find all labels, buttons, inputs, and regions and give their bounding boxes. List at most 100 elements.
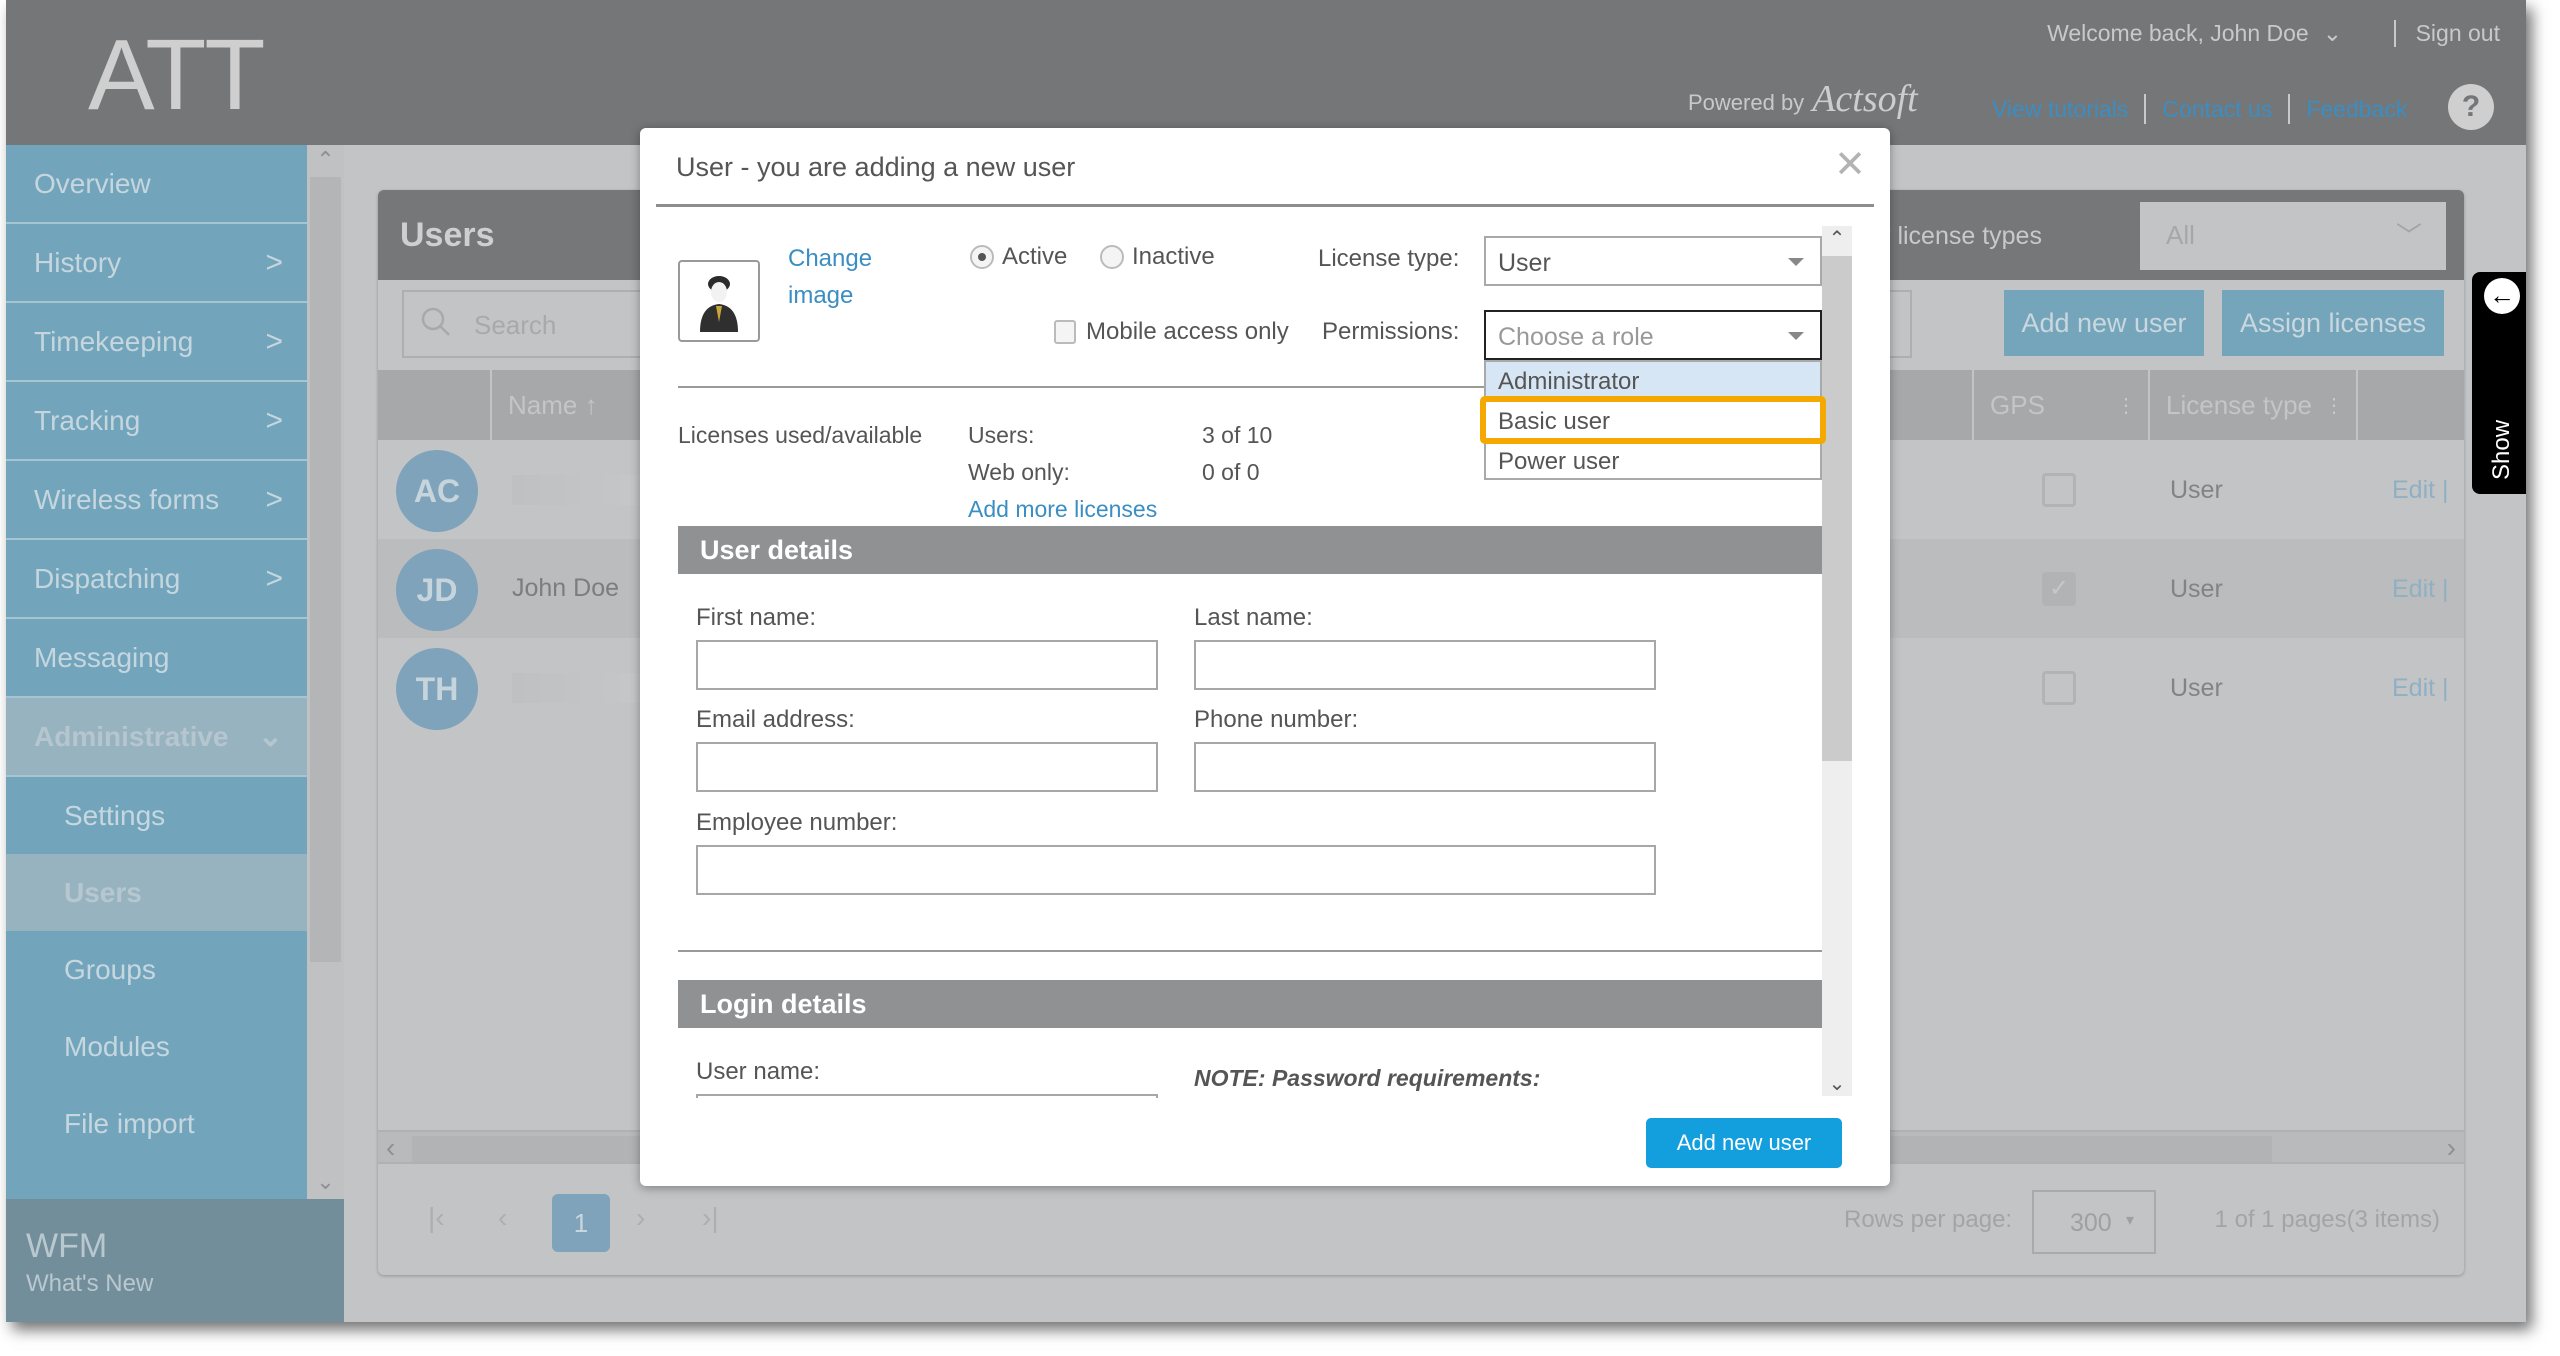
add-new-user-button[interactable]: Add new user <box>2004 290 2204 356</box>
feedback-link[interactable]: Feedback <box>2290 96 2423 123</box>
first-name-label: First name: <box>696 604 817 631</box>
contact-us-link[interactable]: Contact us <box>2146 96 2288 123</box>
close-icon[interactable]: ✕ <box>1834 142 1866 187</box>
option-power-user[interactable]: Power user <box>1486 442 1820 482</box>
last-name-field[interactable] <box>1194 640 1656 690</box>
column-menu-icon[interactable]: ⋮ <box>2116 393 2136 418</box>
scroll-up-icon[interactable]: ⌃ <box>1822 226 1852 251</box>
gps-checkbox[interactable] <box>2042 671 2076 705</box>
license-filter-select[interactable]: All ﹀ <box>2140 202 2446 270</box>
licenses-label: Licenses used/available <box>678 422 923 448</box>
sidebar-subitem-settings[interactable]: Settings <box>6 777 307 854</box>
chevron-right-icon: > <box>265 482 283 516</box>
sidebar-item-timekeeping[interactable]: Timekeeping > <box>6 303 307 382</box>
status-inactive-radio[interactable]: Inactive <box>1100 243 1215 271</box>
scroll-right-icon[interactable]: › <box>2447 1132 2456 1164</box>
whats-new-link[interactable]: What's New <box>26 1270 344 1298</box>
license-type-select[interactable]: User <box>1484 236 1822 286</box>
column-menu-icon[interactable]: ⋮ <box>2324 393 2344 418</box>
edit-link[interactable]: Edit | <box>2392 575 2449 604</box>
view-tutorials-link[interactable]: View tutorials <box>1976 96 2144 123</box>
scrollbar-thumb[interactable] <box>1822 256 1852 761</box>
mobile-access-checkbox[interactable]: Mobile access only <box>1054 318 1289 346</box>
scrollbar-thumb[interactable] <box>310 177 341 962</box>
caret-down-icon <box>1788 332 1804 340</box>
sidebar-scrollbar[interactable]: ⌃ ⌄ <box>307 145 344 1199</box>
sidebar-subitem-users[interactable]: Users <box>6 854 307 931</box>
sidebar-nav: Overview History > Timekeeping > Tracking >… <box>6 145 307 1199</box>
chevron-down-icon: ⌄ <box>2322 20 2342 46</box>
sign-out-link[interactable]: Sign out <box>2393 20 2500 47</box>
column-label: GPS <box>1990 389 2045 420</box>
rows-per-page-select[interactable]: 300 ▾ <box>2032 1190 2156 1254</box>
column-license-type[interactable]: License type ⋮ <box>2148 370 2356 440</box>
first-page-icon[interactable]: |‹ <box>428 1202 445 1234</box>
add-more-licenses-link[interactable]: Add more licenses <box>968 496 1157 523</box>
edit-link[interactable]: Edit | <box>2392 674 2449 703</box>
whats-new-panel[interactable]: WFM What's New <box>6 1199 344 1322</box>
phone-label: Phone number: <box>1194 706 1359 733</box>
sidebar-item-administrative[interactable]: Administrative ⌄ <box>6 698 307 777</box>
sidebar-item-label: Tracking <box>34 404 141 436</box>
email-field[interactable] <box>696 742 1158 792</box>
chevron-down-icon: ⌄ <box>257 720 283 753</box>
sidebar-item-history[interactable]: History > <box>6 224 307 303</box>
rows-per-page-label: Rows per page: <box>1844 1206 2013 1233</box>
last-page-icon[interactable]: ›| <box>702 1202 719 1234</box>
sidebar-item-messaging[interactable]: Messaging <box>6 619 307 698</box>
current-page-button[interactable]: 1 <box>552 1194 610 1252</box>
change-image-link[interactable]: Change image <box>788 240 878 314</box>
scroll-down-icon[interactable]: ⌄ <box>1822 1071 1852 1096</box>
gps-checkbox[interactable]: ✓ <box>2042 572 2076 606</box>
add-user-modal: User - you are adding a new user ✕ Chang… <box>640 128 1890 1186</box>
sidebar-item-wireless-forms[interactable]: Wireless forms > <box>6 461 307 540</box>
edit-link[interactable]: Edit | <box>2392 476 2449 505</box>
page-info: 1 of 1 pages(3 items) <box>2214 1206 2440 1233</box>
radio-label: Active <box>1002 243 1068 270</box>
chevron-right-icon: > <box>265 403 283 437</box>
radio-unchecked <box>1100 245 1124 269</box>
show-label: Show <box>2488 419 2515 480</box>
modal-scrollbar[interactable]: ⌃ ⌄ <box>1822 226 1852 1096</box>
sidebar-subitem-modules[interactable]: Modules <box>6 1008 307 1085</box>
search-icon <box>421 307 450 336</box>
highlight-annotation <box>1480 396 1826 444</box>
permissions-select[interactable]: Choose a role <box>1484 310 1822 360</box>
scroll-left-icon[interactable]: ‹ <box>386 1132 395 1164</box>
phone-field[interactable] <box>1194 742 1656 792</box>
add-new-user-submit-button[interactable]: Add new user <box>1646 1118 1842 1168</box>
user-photo[interactable] <box>678 260 760 342</box>
chevron-right-icon: > <box>265 245 283 279</box>
sidebar-item-overview[interactable]: Overview <box>6 145 307 224</box>
scroll-down-icon[interactable]: ⌄ <box>307 1169 344 1195</box>
license-filter-label: v license types <box>1878 222 2042 250</box>
search-input[interactable]: Search <box>402 290 662 358</box>
gps-checkbox[interactable] <box>2042 473 2076 507</box>
prev-page-icon[interactable]: ‹ <box>498 1202 507 1234</box>
scroll-up-icon[interactable]: ⌃ <box>307 147 344 173</box>
user-menu[interactable]: Welcome back, John Doe ⌄ <box>2047 20 2342 47</box>
chevron-down-icon: ﹀ <box>2395 221 2422 251</box>
next-page-icon[interactable]: › <box>636 1202 645 1234</box>
first-name-field[interactable] <box>696 640 1158 690</box>
license-type-cell: User <box>2170 674 2223 702</box>
powered-by-text: Powered by <box>1688 90 1805 115</box>
assign-licenses-button[interactable]: Assign licenses <box>2222 290 2444 356</box>
modal-title: User - you are adding a new user <box>676 152 1076 182</box>
sidebar-item-dispatching[interactable]: Dispatching > <box>6 540 307 619</box>
show-panel-tab[interactable]: ← Show <box>2472 272 2526 494</box>
search-placeholder: Search <box>474 310 557 340</box>
column-gps[interactable]: GPS ⋮ <box>1972 370 2148 440</box>
user-name-label: User name: <box>696 1058 821 1085</box>
help-icon[interactable]: ? <box>2448 84 2494 130</box>
user-name-field[interactable] <box>696 1094 1158 1098</box>
license-type-cell: User <box>2170 575 2223 603</box>
employee-number-field[interactable] <box>696 845 1656 895</box>
status-active-radio[interactable]: Active <box>970 243 1067 271</box>
radio-label: Inactive <box>1132 243 1215 270</box>
sidebar-item-tracking[interactable]: Tracking > <box>6 382 307 461</box>
permissions-label: Permissions: <box>1322 318 1460 345</box>
sidebar-subitem-file-import[interactable]: File import <box>6 1085 307 1162</box>
column-actions <box>2356 370 2464 440</box>
sidebar-subitem-groups[interactable]: Groups <box>6 931 307 1008</box>
